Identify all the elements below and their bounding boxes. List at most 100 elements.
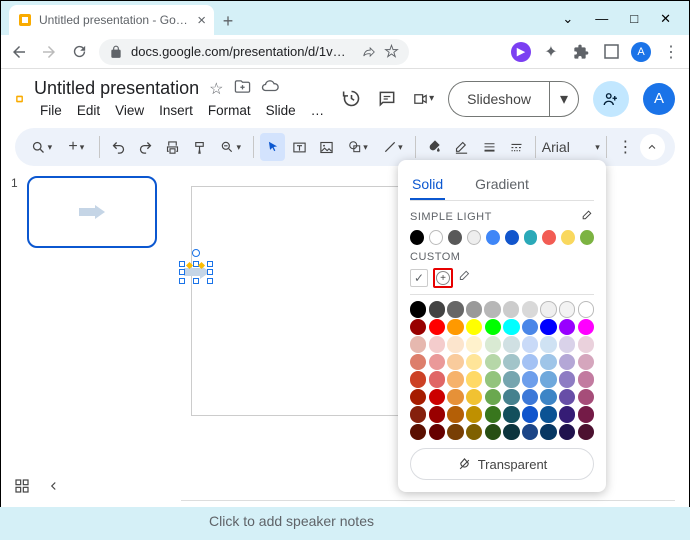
history-icon[interactable] [340,88,362,110]
color-swatch[interactable] [559,354,575,371]
zoom-tool[interactable]: ▾ [214,133,247,161]
url-omnibox[interactable]: docs.google.com/presentation/d/1vwxyVh-D… [99,39,409,65]
color-swatch[interactable] [578,389,594,406]
explore-panel-icon[interactable] [50,479,64,498]
color-swatch[interactable] [429,406,445,423]
bookmark-star-icon[interactable] [384,44,399,59]
color-swatch[interactable] [485,319,501,336]
gradient-tab[interactable]: Gradient [473,170,531,200]
color-swatch[interactable] [559,389,575,406]
color-swatch[interactable] [522,319,538,336]
color-swatch[interactable] [503,424,519,441]
color-swatch[interactable] [485,371,501,388]
menu-format[interactable]: Format [202,101,257,120]
color-swatch[interactable] [578,371,594,388]
color-swatch[interactable] [485,354,501,371]
user-avatar[interactable]: A [643,83,675,115]
color-swatch[interactable] [410,389,426,406]
slides-logo-icon[interactable] [15,83,24,115]
selected-shape[interactable] [182,257,212,287]
color-swatch[interactable] [466,406,482,423]
color-swatch[interactable] [522,389,538,406]
extension-square-icon[interactable] [601,42,621,62]
color-swatch[interactable] [410,319,426,336]
extension-sparkle-icon[interactable]: ✦ [541,42,561,62]
share-button[interactable] [593,81,629,117]
color-swatch[interactable] [447,406,463,423]
menu-insert[interactable]: Insert [153,101,199,120]
theme-swatch[interactable] [561,230,575,245]
color-swatch[interactable] [559,336,575,353]
color-swatch[interactable] [503,406,519,423]
extension-play-icon[interactable]: ▶ [511,42,531,62]
collapse-toolbar-icon[interactable] [640,134,665,160]
add-custom-color-button[interactable]: + [433,268,453,288]
color-swatch[interactable] [485,424,501,441]
grid-view-icon[interactable] [14,478,30,499]
border-color-tool[interactable] [449,133,474,161]
star-icon[interactable]: ☆ [209,79,223,99]
profile-avatar[interactable]: A [631,42,651,62]
meet-video-icon[interactable]: ▾ [412,88,434,110]
color-swatch[interactable] [559,319,575,336]
image-tool[interactable] [314,133,339,161]
slide-thumbnail[interactable] [27,176,157,248]
menu-file[interactable]: File [34,101,68,120]
color-swatch[interactable] [503,336,519,353]
window-maximize-icon[interactable]: □ [630,11,638,27]
font-selector[interactable]: Arial▾ [542,139,600,155]
select-tool[interactable] [260,133,285,161]
theme-swatch[interactable] [467,230,481,245]
speaker-notes[interactable]: Click to add speaker notes [181,500,675,540]
color-swatch[interactable] [410,424,426,441]
no-color-checkbox[interactable]: ✓ [410,269,428,287]
color-swatch[interactable] [540,406,556,423]
redo-tool[interactable] [133,133,158,161]
color-swatch[interactable] [503,371,519,388]
color-swatch[interactable] [410,336,426,353]
move-folder-icon[interactable] [234,78,251,100]
color-swatch[interactable] [447,319,463,336]
window-close-icon[interactable]: ✕ [660,11,671,27]
slideshow-dropdown[interactable]: ▾ [549,81,579,117]
color-swatch[interactable] [559,301,575,318]
color-swatch[interactable] [466,336,482,353]
color-swatch[interactable] [522,406,538,423]
color-swatch[interactable] [540,371,556,388]
color-swatch[interactable] [485,406,501,423]
color-swatch[interactable] [503,319,519,336]
nav-reload-button[interactable] [69,42,89,62]
theme-swatch[interactable] [429,230,443,245]
window-minimize-icon[interactable]: — [595,11,608,27]
color-swatch[interactable] [485,389,501,406]
comments-icon[interactable] [376,88,398,110]
theme-swatch[interactable] [580,230,594,245]
color-swatch[interactable] [447,389,463,406]
cloud-status-icon[interactable] [261,77,279,100]
color-swatch[interactable] [578,319,594,336]
nav-back-button[interactable] [9,42,29,62]
theme-swatch[interactable] [448,230,462,245]
browser-tab[interactable]: Untitled presentation - Google S × [9,5,214,35]
shape-tool[interactable]: ▾ [342,133,375,161]
color-swatch[interactable] [522,301,538,318]
color-swatch[interactable] [503,301,519,318]
theme-swatch[interactable] [486,230,500,245]
color-swatch[interactable] [503,389,519,406]
menu-slide[interactable]: Slide [260,101,302,120]
color-swatch[interactable] [410,354,426,371]
color-swatch[interactable] [540,389,556,406]
color-swatch[interactable] [429,336,445,353]
color-swatch[interactable] [410,371,426,388]
color-swatch[interactable] [540,336,556,353]
color-swatch[interactable] [410,301,426,318]
tab-close-icon[interactable]: × [197,12,206,29]
color-swatch[interactable] [522,354,538,371]
more-tools-icon[interactable]: ⋮ [613,133,638,161]
dropdown-chevron-icon[interactable]: ⌄ [562,11,573,27]
new-tab-button[interactable]: + [214,7,242,35]
color-swatch[interactable] [466,424,482,441]
color-swatch[interactable] [503,354,519,371]
extensions-puzzle-icon[interactable] [571,42,591,62]
color-swatch[interactable] [447,371,463,388]
